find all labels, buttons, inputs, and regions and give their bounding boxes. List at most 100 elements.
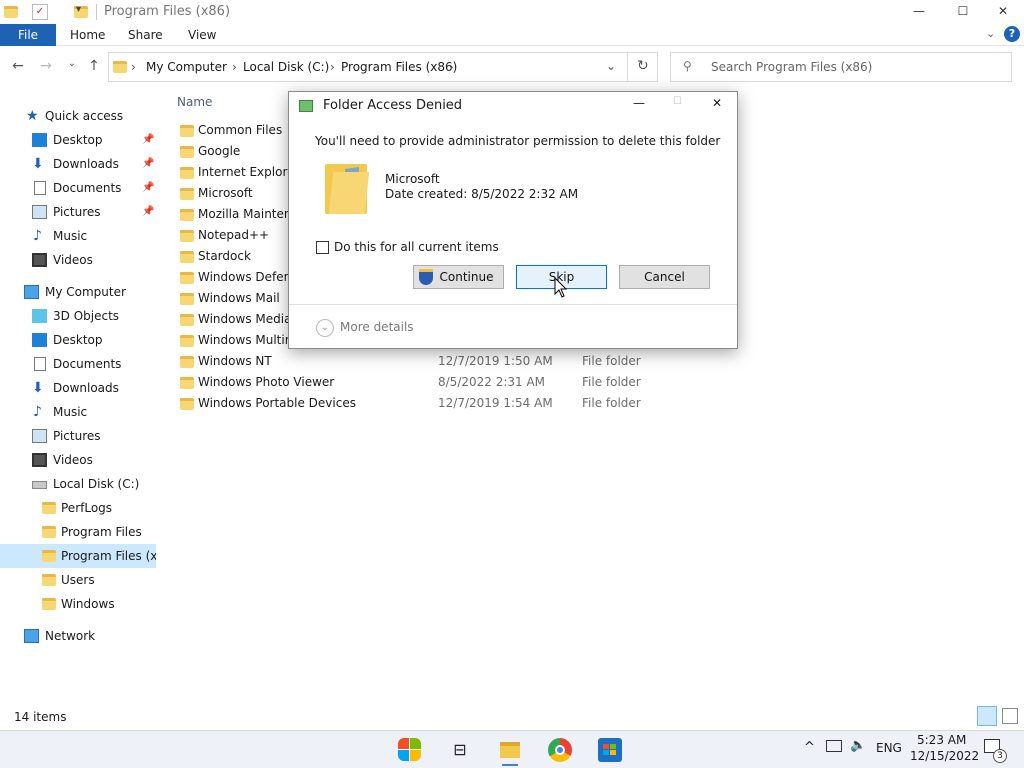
apply-all-checkbox[interactable] (316, 241, 329, 254)
pin-icon: 📌 (142, 206, 155, 217)
chevron-down-icon[interactable]: ⌄ (606, 59, 616, 73)
nav-qa-downloads[interactable]: ⬇ Downloads 📌 (0, 152, 156, 176)
network-icon (24, 629, 39, 643)
computer-icon (24, 285, 39, 299)
file-date: 12/7/2019 1:54 AM (438, 396, 553, 410)
nav-label: Desktop (53, 333, 103, 347)
breadcrumb-program-files-x86[interactable]: Program Files (x86) (341, 60, 457, 74)
properties-icon[interactable]: ✓ (32, 4, 48, 20)
tab-share[interactable]: Share (128, 24, 163, 46)
nav-label: Downloads (53, 381, 119, 395)
nav-pc-documents[interactable]: Documents (0, 352, 156, 376)
uac-shield-icon (419, 269, 433, 285)
nav-windows[interactable]: Windows (0, 592, 156, 616)
language-indicator[interactable]: ENG (876, 741, 902, 755)
nav-perflogs[interactable]: PerfLogs (0, 496, 156, 520)
dialog-message: You'll need to provide administrator per… (315, 134, 721, 148)
address-bar[interactable]: › My Computer › Local Disk (C:) › Progra… (108, 52, 658, 82)
file-name: Windows Photo Viewer (198, 375, 335, 389)
forward-arrow-icon[interactable]: → (36, 58, 56, 76)
chevron-right-icon[interactable]: › (449, 60, 454, 74)
chevron-down-icon[interactable]: ⌄ (316, 319, 334, 337)
chrome-icon[interactable] (548, 738, 572, 762)
back-arrow-icon[interactable]: ← (8, 58, 28, 76)
breadcrumb-local-disk[interactable]: Local Disk (C:) (243, 60, 329, 74)
nav-pc-videos[interactable]: Videos (0, 448, 156, 472)
continue-label: Continue (439, 270, 494, 284)
nav-pc-downloads[interactable]: ⬇ Downloads (0, 376, 156, 400)
apply-all-label[interactable]: Do this for all current items (334, 240, 499, 254)
nav-network[interactable]: Network (0, 624, 156, 648)
pin-icon: 📌 (142, 182, 155, 193)
nav-3d-objects[interactable]: 3D Objects (0, 304, 156, 328)
nav-my-computer[interactable]: My Computer (0, 280, 156, 304)
chevron-right-icon[interactable]: › (131, 60, 136, 74)
task-view-icon[interactable]: ⊟ (448, 738, 472, 762)
file-type: File folder (582, 396, 641, 410)
nav-label: Program Files (x86) (61, 549, 156, 563)
help-icon[interactable]: ? (1004, 26, 1020, 42)
nav-qa-pictures[interactable]: Pictures 📌 (0, 200, 156, 224)
nav-pc-desktop[interactable]: Desktop (0, 328, 156, 352)
music-icon: ♪ (33, 228, 42, 244)
customize-qat-icon[interactable]: ▾ (76, 4, 81, 15)
show-hidden-icons-icon[interactable]: ^ (804, 740, 815, 755)
refresh-icon[interactable]: ↻ (637, 58, 649, 74)
dialog-maximize-button[interactable]: ☐ (673, 96, 682, 107)
chevron-right-icon[interactable]: › (232, 60, 237, 74)
more-details-link[interactable]: More details (340, 320, 414, 334)
tab-view[interactable]: View (188, 24, 216, 46)
file-name: Common Files (198, 123, 283, 137)
up-arrow-icon[interactable]: ↑ (84, 58, 104, 76)
pin-icon: 📌 (142, 134, 155, 145)
nav-qa-videos[interactable]: Videos (0, 248, 156, 272)
breadcrumb-my-computer[interactable]: My Computer (146, 60, 227, 74)
nav-label: Videos (53, 453, 93, 467)
nav-label: Videos (53, 253, 93, 267)
file-name: Microsoft (198, 186, 253, 200)
volume-icon[interactable]: 🔈 (850, 738, 866, 753)
nav-local-disk[interactable]: Local Disk (C:) (0, 472, 156, 496)
minimize-button[interactable]: — (896, 0, 942, 24)
chevron-right-icon[interactable]: › (330, 60, 335, 74)
tab-file[interactable]: File (0, 24, 56, 46)
nav-qa-documents[interactable]: Documents 📌 (0, 176, 156, 200)
nav-label: Quick access (45, 109, 124, 123)
nav-program-files[interactable]: Program Files (0, 520, 156, 544)
dialog-minimize-button[interactable]: — (633, 96, 645, 110)
nav-users[interactable]: Users (0, 568, 156, 592)
nav-quick-access[interactable]: ★ Quick access (0, 104, 156, 128)
column-header-name[interactable]: Name (177, 95, 212, 109)
divider (289, 304, 737, 305)
dialog-title-bar: Folder Access Denied — ☐ ✕ (289, 92, 737, 120)
file-row[interactable]: Windows Photo Viewer 8/5/2022 2:31 AM File… (178, 372, 658, 393)
nav-qa-desktop[interactable]: Desktop 📌 (0, 128, 156, 152)
store-icon[interactable] (598, 738, 622, 762)
file-explorer-icon[interactable] (498, 738, 522, 766)
expand-ribbon-icon[interactable]: ⌄ (986, 27, 995, 40)
dialog-close-button[interactable]: ✕ (712, 96, 722, 110)
nav-qa-music[interactable]: ♪ Music (0, 224, 156, 248)
nav-pc-pictures[interactable]: Pictures (0, 424, 156, 448)
details-view-icon[interactable] (977, 706, 997, 726)
continue-button[interactable]: Continue (413, 265, 504, 289)
file-type: File folder (582, 354, 641, 368)
nav-pc-music[interactable]: ♪ Music (0, 400, 156, 424)
folder-icon (42, 550, 56, 562)
large-icons-view-icon[interactable] (1002, 708, 1018, 724)
file-date: 12/7/2019 1:50 AM (438, 354, 553, 368)
folder-icon (42, 526, 56, 538)
close-button[interactable]: ✕ (980, 0, 1024, 24)
file-row[interactable]: Windows NT 12/7/2019 1:50 AM File folder (178, 351, 658, 372)
search-input[interactable]: ⚲ Search Program Files (x86) (670, 52, 1012, 82)
tab-home[interactable]: Home (70, 24, 105, 46)
network-status-icon[interactable] (826, 740, 842, 752)
recent-locations-icon[interactable]: ⌄ (62, 58, 82, 76)
nav-program-files-x86[interactable]: Program Files (x86) (0, 544, 156, 568)
cancel-button[interactable]: Cancel (619, 265, 710, 289)
start-icon[interactable] (398, 738, 422, 762)
videos-icon (32, 453, 47, 467)
clock-time[interactable]: 5:23 AM (917, 733, 966, 747)
file-row[interactable]: Windows Portable Devices 12/7/2019 1:54 A… (178, 393, 658, 414)
clock-date[interactable]: 12/15/2022 (910, 749, 979, 763)
